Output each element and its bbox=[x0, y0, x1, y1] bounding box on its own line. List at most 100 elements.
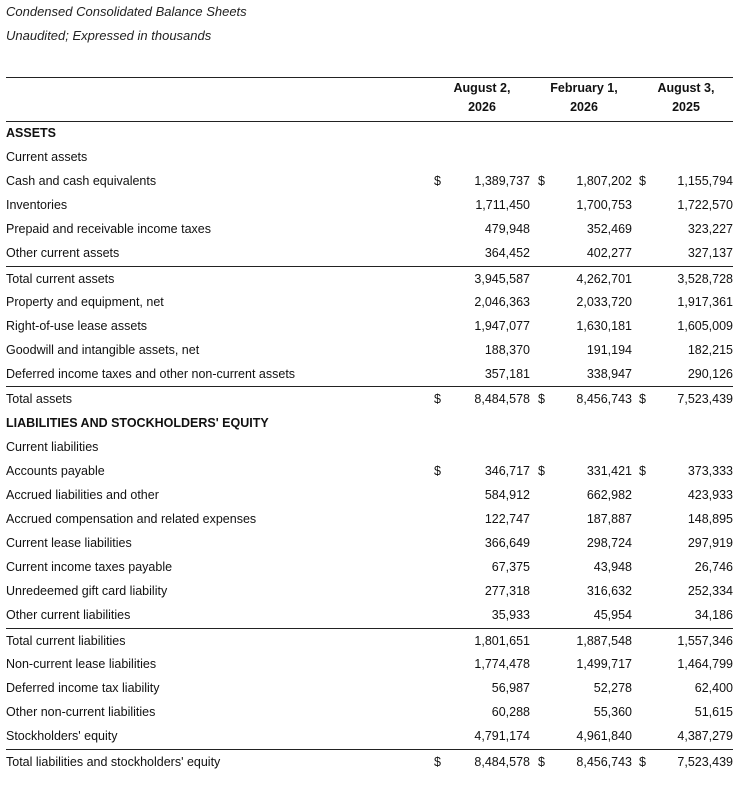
cell-value: 364,452 bbox=[484, 246, 530, 260]
currency-symbol: $ bbox=[434, 755, 441, 769]
table-row: Inventories 1,711,450 1,700,753 1,722,570 bbox=[6, 193, 733, 217]
row-label: Unredeemed gift card liability bbox=[6, 584, 168, 598]
cell-value: 290,126 bbox=[687, 367, 733, 381]
currency-symbol: $ bbox=[639, 392, 646, 406]
currency-symbol: $ bbox=[538, 392, 545, 406]
cell-value: 4,262,701 bbox=[576, 272, 632, 286]
cell-value: 1,389,737 bbox=[474, 174, 530, 188]
row-label: Inventories bbox=[6, 198, 68, 212]
row-label: Total current liabilities bbox=[6, 634, 126, 648]
subsection-header: Current assets bbox=[6, 145, 733, 169]
cell-value: 346,717 bbox=[484, 464, 530, 478]
row-label: Prepaid and receivable income taxes bbox=[6, 222, 211, 236]
cell-value: 402,277 bbox=[586, 246, 632, 260]
table-row: Property and equipment, net 2,046,363 2,03… bbox=[6, 290, 733, 314]
currency-symbol: $ bbox=[639, 174, 646, 188]
cell-value: 62,400 bbox=[694, 681, 733, 695]
row-label: Non-current lease liabilities bbox=[6, 657, 157, 671]
table-row: Current lease liabilities 366,649 298,724 2… bbox=[6, 531, 733, 555]
row-label: Total current assets bbox=[6, 272, 115, 286]
row-label: Accrued liabilities and other bbox=[6, 488, 159, 502]
cell-value: 4,791,174 bbox=[474, 729, 530, 743]
cell-value: 1,917,361 bbox=[677, 295, 733, 309]
table-row: Deferred income tax liability 56,987 52,27… bbox=[6, 676, 733, 700]
currency-symbol: $ bbox=[538, 464, 545, 478]
cell-value: 60,288 bbox=[491, 705, 530, 719]
cell-value: 338,947 bbox=[586, 367, 632, 381]
cell-value: 298,724 bbox=[586, 536, 632, 550]
column-header-line1: February 1, bbox=[550, 81, 618, 95]
row-label: Other non-current liabilities bbox=[6, 705, 156, 719]
cell-value: 56,987 bbox=[491, 681, 530, 695]
cell-value: 35,933 bbox=[491, 608, 530, 622]
cell-value: 1,807,202 bbox=[576, 174, 632, 188]
cell-value: 182,215 bbox=[687, 343, 733, 357]
cell-value: 55,360 bbox=[593, 705, 632, 719]
cell-value: 187,887 bbox=[586, 512, 632, 526]
cell-value: 1,630,181 bbox=[576, 319, 632, 333]
row-label: Deferred income taxes and other non-curr… bbox=[6, 367, 296, 381]
cell-value: 297,919 bbox=[687, 536, 733, 550]
cell-value: 51,615 bbox=[694, 705, 733, 719]
cell-value: 373,333 bbox=[687, 464, 733, 478]
table-row: Goodwill and intangible assets, net 188,3… bbox=[6, 338, 733, 362]
cell-value: 323,227 bbox=[687, 222, 733, 236]
row-label: Stockholders' equity bbox=[6, 729, 118, 743]
row-label: Current liabilities bbox=[6, 440, 99, 454]
column-header-line2: 2026 bbox=[468, 100, 496, 114]
cell-value: 252,334 bbox=[687, 584, 733, 598]
cell-value: 4,387,279 bbox=[677, 729, 733, 743]
cell-value: 1,722,570 bbox=[677, 198, 733, 212]
subsection-header: Current liabilities bbox=[6, 435, 733, 459]
table-row: Other non-current liabilities 60,288 55,36… bbox=[6, 700, 733, 724]
cell-value: 1,711,450 bbox=[475, 198, 530, 212]
column-header-line2: 2025 bbox=[672, 100, 700, 114]
section-header: LIABILITIES AND STOCKHOLDERS' EQUITY bbox=[6, 411, 733, 435]
cell-value: 122,747 bbox=[484, 512, 530, 526]
cell-value: 1,464,799 bbox=[677, 657, 733, 671]
cell-value: 4,961,840 bbox=[576, 729, 632, 743]
cell-value: 316,632 bbox=[586, 584, 632, 598]
table-row: Accounts payable 346,717 331,421 373,333 $ $ $ bbox=[6, 459, 733, 483]
cell-value: 67,375 bbox=[491, 560, 530, 574]
total-row: Total current assets 3,945,587 4,262,701 3,… bbox=[6, 266, 733, 291]
table-row: Unredeemed gift card liability 277,318 316… bbox=[6, 579, 733, 603]
cell-value: 26,746 bbox=[694, 560, 733, 574]
cell-value: 1,557,346 bbox=[677, 634, 733, 648]
cell-value: 34,186 bbox=[694, 608, 733, 622]
cell-value: 148,895 bbox=[687, 512, 733, 526]
cell-value: 1,605,009 bbox=[677, 319, 733, 333]
row-label: Cash and cash equivalents bbox=[6, 174, 157, 188]
row-label: Accrued compensation and related expense… bbox=[6, 512, 257, 526]
row-label: Deferred income tax liability bbox=[6, 681, 160, 695]
row-label: Total assets bbox=[6, 392, 73, 406]
table-row: Accrued compensation and related expense… bbox=[6, 507, 733, 531]
currency-symbol: $ bbox=[538, 755, 545, 769]
row-label: Current income taxes payable bbox=[6, 560, 173, 574]
table-row: Accrued liabilities and other 584,912 662,… bbox=[6, 483, 733, 507]
cell-value: 2,046,363 bbox=[474, 295, 530, 309]
column-header-feb-2026: February 1, 2026 bbox=[534, 79, 634, 117]
cell-value: 8,484,578 bbox=[474, 755, 530, 769]
cell-value: 366,649 bbox=[484, 536, 530, 550]
table-row: Stockholders' equity 4,791,174 4,961,840 4,… bbox=[6, 724, 733, 748]
cell-value: 331,421 bbox=[586, 464, 632, 478]
table-row: Non-current lease liabilities 1,774,478 1,… bbox=[6, 652, 733, 676]
header-top-rule bbox=[6, 77, 733, 78]
cell-value: 3,528,728 bbox=[677, 272, 733, 286]
cell-value: 3,945,587 bbox=[474, 272, 530, 286]
currency-symbol: $ bbox=[434, 392, 441, 406]
cell-value: 327,137 bbox=[687, 246, 733, 260]
total-row: Total assets 8,484,578 8,456,743 7,523,439 $… bbox=[6, 386, 733, 411]
table-row: Current income taxes payable 67,375 43,948… bbox=[6, 555, 733, 579]
cell-value: 423,933 bbox=[687, 488, 733, 502]
cell-value: 8,484,578 bbox=[474, 392, 530, 406]
cell-value: 188,370 bbox=[484, 343, 530, 357]
table-row: Other current assets 364,452 402,277 327,13… bbox=[6, 241, 733, 265]
cell-value: 1,887,548 bbox=[576, 634, 632, 648]
cell-value: 8,456,743 bbox=[576, 755, 632, 769]
row-label: Current assets bbox=[6, 150, 88, 164]
table-row: Right-of-use lease assets 1,947,077 1,630,… bbox=[6, 314, 733, 338]
table-row: Prepaid and receivable income taxes 479,9… bbox=[6, 217, 733, 241]
cell-value: 1,947,077 bbox=[474, 319, 530, 333]
